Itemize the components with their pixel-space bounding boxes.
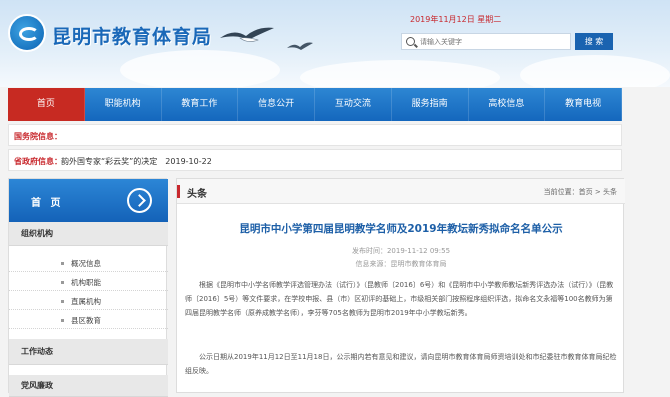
nav-item-service-guide[interactable]: 服务指南 (392, 88, 469, 121)
notice-label: 国务院信息： (14, 132, 62, 141)
site-header: 昆明市教育体育局 2019年11月12日 星期二 搜 索 (0, 0, 670, 87)
sidebar-group-organization[interactable]: 组织机构 (9, 222, 168, 246)
article-title: 昆明市中小学第四届昆明教学名师及2019年教坛新秀拟命名名单公示 (239, 223, 563, 235)
nav-item-info-disclosure[interactable]: 信息公开 (238, 88, 315, 121)
nav-item-college-info[interactable]: 高校信息 (469, 88, 546, 121)
sidebar-item-county[interactable]: 县区教育 (9, 313, 168, 329)
seagull-icon (220, 27, 274, 42)
chevron-right-icon[interactable] (127, 188, 152, 213)
nav-item-functions[interactable]: 职能机构 (85, 88, 162, 121)
sidebar-title: 首 页 (31, 198, 64, 209)
main-content: 头条 当前位置：首页 > 头条 昆明市中小学第四届昆明教学名师及2019年教坛新… (176, 178, 625, 393)
publish-time: 发布时间：2019-11-12 09:55 (351, 247, 451, 255)
article-paragraph: 根据《昆明市中小学名师教学评选管理办法（试行）》（昆教师〔2016〕6号）和《昆… (185, 281, 614, 317)
notice-link[interactable]: 韵外国专家“彩云奖”的决定 2019-10-22 (61, 156, 212, 167)
sidebar-header: 首 页 (9, 179, 168, 222)
seagull-icon (287, 42, 313, 50)
sidebar-group-work-news[interactable]: 工作动态 (9, 339, 168, 365)
section-header: 头条 当前位置：首页 > 头条 (177, 179, 625, 204)
search-box[interactable] (401, 33, 571, 50)
main-nav: 首页 职能机构 教育工作 信息公开 互动交流 服务指南 高校信息 教育电视 (8, 88, 622, 121)
notice-link-text[interactable]: 韵外国专家“彩云奖”的决定 (61, 157, 157, 166)
search-button[interactable]: 搜 索 (575, 33, 613, 50)
section-accent (177, 185, 180, 198)
nav-item-home[interactable]: 首页 (8, 88, 85, 121)
cloud-decoration (300, 60, 500, 87)
sidebar-item-functions[interactable]: 机构职能 (9, 275, 168, 291)
notice-bar-state-council: 国务院信息： (8, 124, 622, 146)
article-paragraph: 公示日期从2019年11月12日至11月18日，公示期内若有意见和建议，请向昆明… (185, 353, 617, 375)
nav-item-interaction[interactable]: 互动交流 (315, 88, 392, 121)
notice-bar-provincial: 省政府信息： 韵外国专家“彩云奖”的决定 2019-10-22 (8, 149, 622, 171)
nav-item-education-tv[interactable]: 教育电视 (545, 88, 622, 121)
sidebar-group-integrity[interactable]: 党风廉政 (9, 375, 168, 397)
sidebar-item-overview[interactable]: 概况信息 (9, 256, 168, 272)
cloud-decoration (520, 55, 670, 87)
search-input[interactable] (420, 36, 568, 48)
search-icon (406, 37, 415, 46)
logo-icon[interactable] (8, 14, 46, 52)
notice-label: 省政府信息： (14, 157, 62, 166)
sidebar-item-affiliated[interactable]: 直属机构 (9, 294, 168, 310)
site-title[interactable]: 昆明市教育体育局 (52, 22, 212, 49)
cloud-decoration (120, 50, 280, 87)
breadcrumb[interactable]: 当前位置：首页 > 头条 (544, 187, 617, 197)
sidebar: 首 页 组织机构 概况信息 机构职能 直属机构 县区教育 工作动态 党风廉政 (8, 178, 168, 397)
info-source: 信息来源：昆明市教育体育局 (355, 260, 447, 268)
current-date: 2019年11月12日 星期二 (410, 15, 502, 24)
notice-date: 2019-10-22 (165, 157, 212, 166)
section-title: 头条 (187, 189, 207, 200)
nav-item-education-work[interactable]: 教育工作 (162, 88, 239, 121)
